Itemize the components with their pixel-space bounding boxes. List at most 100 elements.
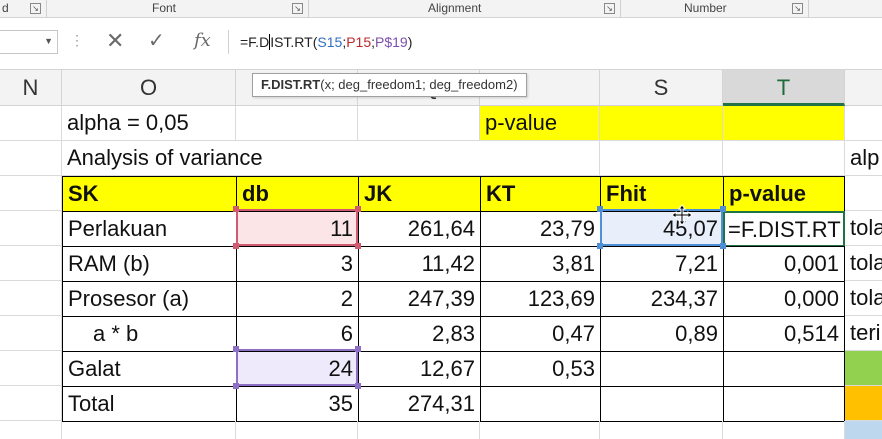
table-row-kt[interactable]: 0,53: [480, 351, 601, 387]
reference-handle[interactable]: [233, 346, 239, 352]
cell[interactable]: [845, 176, 882, 211]
name-box[interactable]: ▼: [0, 30, 58, 54]
clipboard-launcher-icon[interactable]: ↘: [30, 3, 41, 14]
cell-colored-lightblue[interactable]: [845, 421, 882, 439]
table-header-fhit[interactable]: Fhit: [600, 176, 724, 212]
table-row-kt[interactable]: 123,69: [480, 281, 601, 317]
table-row-kt[interactable]: 0,47: [480, 316, 601, 352]
table-row-jk[interactable]: 274,31: [358, 386, 481, 422]
table-row-fhit[interactable]: 45,07: [600, 211, 724, 247]
table-row-pvalue[interactable]: 0,514: [723, 316, 845, 352]
table-row-pvalue[interactable]: 0,001: [723, 246, 845, 282]
cell[interactable]: [600, 106, 723, 141]
table-row-pvalue[interactable]: [723, 386, 845, 422]
column-header-n[interactable]: N: [0, 70, 62, 106]
table-row-kt[interactable]: 23,79: [480, 211, 601, 247]
cell-pvalue-label[interactable]: p-value: [480, 106, 600, 141]
column-header-o[interactable]: O: [62, 70, 236, 106]
column-header-u[interactable]: [845, 70, 882, 106]
cell[interactable]: [236, 421, 358, 439]
cell[interactable]: [0, 176, 62, 211]
cell[interactable]: [358, 421, 480, 439]
enter-icon[interactable]: ✓: [148, 28, 165, 53]
table-row-jk[interactable]: 261,64: [358, 211, 481, 247]
table-row-fhit[interactable]: 0,89: [600, 316, 724, 352]
drag-handle-icon[interactable]: ⋮: [70, 32, 84, 49]
cell[interactable]: [0, 421, 62, 439]
reference-handle[interactable]: [597, 243, 603, 249]
cell[interactable]: [480, 141, 600, 176]
column-header-t[interactable]: T: [723, 70, 845, 106]
table-row-jk[interactable]: 2,83: [358, 316, 481, 352]
reference-handle[interactable]: [233, 206, 239, 212]
table-row-sk[interactable]: Total: [62, 386, 237, 422]
alignment-launcher-icon[interactable]: ↘: [604, 3, 615, 14]
reference-handle[interactable]: [355, 243, 361, 249]
cell[interactable]: [0, 141, 62, 176]
active-cell-editing[interactable]: =F.DIST.RT: [723, 211, 845, 247]
table-row-jk[interactable]: 247,39: [358, 281, 481, 317]
table-row-db[interactable]: 24: [236, 351, 359, 387]
table-row-sk[interactable]: Prosesor (a): [62, 281, 237, 317]
cell-overflow-u[interactable]: tola: [845, 281, 882, 316]
table-header-sk[interactable]: SK: [62, 176, 237, 212]
cell[interactable]: [0, 316, 62, 351]
cell[interactable]: [0, 106, 62, 141]
cell[interactable]: [62, 421, 236, 439]
number-launcher-icon[interactable]: ↘: [792, 3, 803, 14]
column-header-s[interactable]: S: [600, 70, 723, 106]
table-row-fhit[interactable]: 7,21: [600, 246, 724, 282]
cell[interactable]: [845, 106, 882, 141]
reference-handle[interactable]: [720, 206, 726, 212]
table-row-sk[interactable]: a * b: [62, 316, 237, 352]
cancel-icon[interactable]: ✕: [106, 28, 124, 54]
cell[interactable]: [0, 386, 62, 421]
reference-handle[interactable]: [233, 243, 239, 249]
table-row-db[interactable]: 6: [236, 316, 359, 352]
table-row-fhit[interactable]: [600, 351, 724, 387]
table-row-kt[interactable]: 3,81: [480, 246, 601, 282]
cell[interactable]: [723, 141, 845, 176]
tooltip-function-name[interactable]: F.DIST.RT: [261, 77, 320, 92]
reference-handle[interactable]: [720, 243, 726, 249]
cell[interactable]: [600, 421, 723, 439]
cell[interactable]: [0, 246, 62, 281]
table-row-sk[interactable]: Galat: [62, 351, 237, 387]
table-row-db[interactable]: 2: [236, 281, 359, 317]
cell[interactable]: [600, 141, 723, 176]
table-header-jk[interactable]: JK: [358, 176, 481, 212]
cell[interactable]: [0, 351, 62, 386]
cell-anova-title[interactable]: Analysis of variance: [62, 141, 480, 176]
reference-handle[interactable]: [233, 383, 239, 389]
cell[interactable]: [236, 106, 358, 141]
reference-handle[interactable]: [355, 206, 361, 212]
reference-handle[interactable]: [597, 206, 603, 212]
table-row-pvalue[interactable]: [723, 351, 845, 387]
insert-function-icon[interactable]: fx: [194, 30, 211, 51]
reference-handle[interactable]: [355, 383, 361, 389]
table-row-db[interactable]: 11: [236, 211, 359, 247]
formula-input[interactable]: =F.DIST.RT(S15;P15;P$19): [240, 34, 412, 50]
cell[interactable]: [0, 281, 62, 316]
cell[interactable]: [723, 421, 845, 439]
table-row-pvalue[interactable]: 0,000: [723, 281, 845, 317]
reference-handle[interactable]: [355, 346, 361, 352]
table-row-sk[interactable]: Perlakuan: [62, 211, 237, 247]
cell-colored-orange[interactable]: [845, 386, 882, 421]
cell-overflow-u[interactable]: alp: [845, 141, 882, 176]
table-row-db[interactable]: 35: [236, 386, 359, 422]
table-row-db[interactable]: 3: [236, 246, 359, 282]
table-row-sk[interactable]: RAM (b): [62, 246, 237, 282]
cell-overflow-u[interactable]: tola: [845, 211, 882, 246]
cell[interactable]: [358, 106, 480, 141]
table-row-kt[interactable]: [480, 386, 601, 422]
cell-colored-green[interactable]: [845, 351, 882, 386]
cell-overflow-u[interactable]: tola: [845, 246, 882, 281]
table-row-jk[interactable]: 12,67: [358, 351, 481, 387]
table-row-fhit[interactable]: [600, 386, 724, 422]
table-header-db[interactable]: db: [236, 176, 359, 212]
cell[interactable]: [480, 421, 600, 439]
cell[interactable]: [723, 106, 845, 141]
cell-alpha[interactable]: alpha = 0,05: [62, 106, 236, 141]
table-row-fhit[interactable]: 234,37: [600, 281, 724, 317]
